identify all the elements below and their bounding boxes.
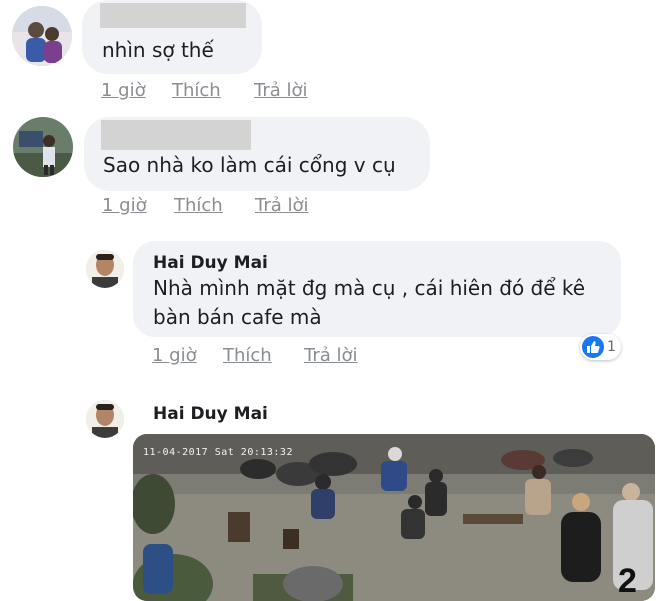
like-link[interactable]: Thích bbox=[174, 195, 223, 216]
cctv-timestamp: 11-04-2017 Sat 20:13:32 bbox=[143, 447, 293, 458]
reply-author-name[interactable]: Hai Duy Mai bbox=[153, 404, 268, 424]
thumbs-up-icon bbox=[582, 336, 604, 358]
reply-link[interactable]: Trả lời bbox=[254, 80, 308, 101]
comment-time[interactable]: 1 giờ bbox=[152, 345, 197, 366]
cctv-scene-image bbox=[133, 434, 655, 601]
comment-time[interactable]: 1 giờ bbox=[101, 80, 146, 101]
redacted-author-name bbox=[100, 3, 246, 28]
reply-author-avatar[interactable] bbox=[86, 400, 124, 438]
avatar-image bbox=[12, 6, 72, 66]
reply-link[interactable]: Trả lời bbox=[255, 195, 309, 216]
reply-text-line: Nhà mình mặt đg mà cụ , cái hiên đó để k… bbox=[153, 276, 586, 300]
like-reaction-badge[interactable]: 1 bbox=[580, 334, 621, 360]
reply-link[interactable]: Trả lời bbox=[304, 345, 358, 366]
like-count: 1 bbox=[607, 339, 616, 355]
attached-photo[interactable]: 11-04-2017 Sat 20:13:32 2 bbox=[133, 434, 655, 601]
avatar-image bbox=[86, 250, 124, 288]
commenter-avatar[interactable] bbox=[12, 6, 72, 66]
commenter-avatar[interactable] bbox=[13, 117, 73, 177]
comment-time[interactable]: 1 giờ bbox=[102, 195, 147, 216]
camera-number: 2 bbox=[618, 562, 637, 600]
avatar-image bbox=[13, 117, 73, 177]
reply-author-avatar[interactable] bbox=[86, 250, 124, 288]
like-link[interactable]: Thích bbox=[223, 345, 272, 366]
avatar-image bbox=[86, 400, 124, 438]
reply-author-name[interactable]: Hai Duy Mai bbox=[153, 253, 268, 273]
reply-text-line: bàn bán cafe mà bbox=[153, 305, 322, 329]
like-link[interactable]: Thích bbox=[172, 80, 221, 101]
comment-text: nhìn sợ thế bbox=[102, 38, 214, 62]
redacted-author-name bbox=[101, 120, 251, 150]
comment-text: Sao nhà ko làm cái cổng v cụ bbox=[103, 153, 396, 177]
